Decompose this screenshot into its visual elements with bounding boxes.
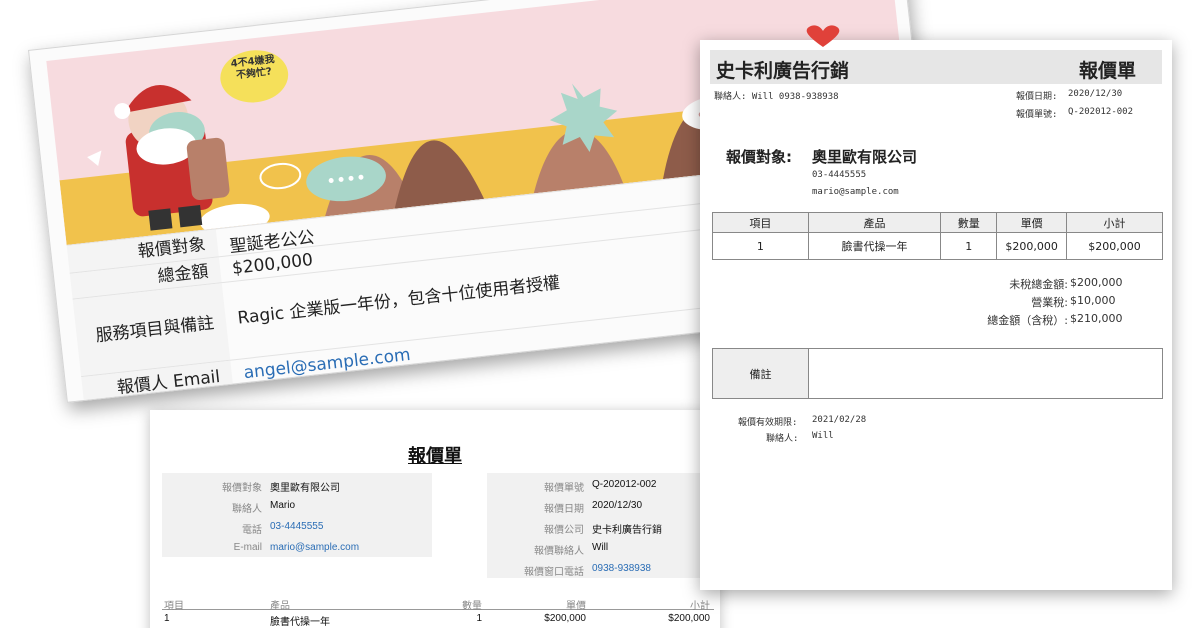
header-product: 產品 <box>270 601 290 612</box>
number-label: 報價單號: <box>1016 110 1058 120</box>
date-value: 2020/12/30 <box>1068 89 1123 99</box>
footer-contact-label: 聯絡人: <box>766 434 799 444</box>
target-label: 報價對象: <box>726 148 792 166</box>
info-value: 史卡利廣告行銷 <box>592 525 662 536</box>
summary-total: 總金額（含稅）: $210,000 <box>700 312 1172 328</box>
info-label: 聯絡人 <box>232 504 262 515</box>
items-table-header: 項目 產品 數量 單價 小計 <box>162 597 714 612</box>
validity-label: 報價有效期限: <box>738 418 798 428</box>
email-link[interactable]: mario@sample.com <box>270 542 359 553</box>
header-product: 產品 <box>807 212 942 233</box>
summary-tax: 營業稅: $10,000 <box>700 294 1172 310</box>
number-value: Q-202012-002 <box>1068 107 1134 117</box>
cell-unit-price: $200,000 <box>996 232 1068 260</box>
heart-icon <box>806 25 840 47</box>
header-item: 項目 <box>712 212 809 233</box>
phone-link[interactable]: 03-4445555 <box>270 521 323 532</box>
table-header-row: 項目 產品 數量 單價 小計 <box>712 212 1163 233</box>
summary-label: 未稅總金額: <box>1009 278 1068 291</box>
footer-contact-value: Will <box>812 431 834 441</box>
validity-value: 2021/02/28 <box>812 415 867 425</box>
header-qty: 數量 <box>940 212 998 233</box>
cell-item: 1 <box>164 613 170 624</box>
quote-title: 報價單 <box>408 446 462 466</box>
header-subtotal: 小計 <box>1066 212 1163 233</box>
target-value: 奧里歐有限公司 <box>812 148 918 166</box>
cell-product: 臉書代操一年 <box>270 617 330 628</box>
info-label: E-mail <box>233 542 262 553</box>
summary-value: $200,000 <box>1070 276 1123 289</box>
info-label: 電話 <box>242 525 262 536</box>
cell-qty: 1 <box>940 232 998 260</box>
notes-box: 備註 <box>712 348 1163 399</box>
summary-value: $210,000 <box>1070 312 1123 325</box>
ragic-quote-card: 報價單 報價對象 奧里歐有限公司 報價單號 Q-202012-002 聯絡人 M… <box>150 410 720 628</box>
phone-link[interactable]: 0938-938938 <box>592 563 651 574</box>
summary-pretax: 未稅總金額: $200,000 <box>700 276 1172 292</box>
cell-product: 臉書代操一年 <box>807 232 942 260</box>
contact-line: 聯絡人: Will 0938-938938 <box>714 92 839 102</box>
company-name: 史卡利廣告行銷 <box>716 60 850 82</box>
header-unit-price: 單價 <box>996 212 1068 233</box>
info-label: 報價單號 <box>544 483 584 494</box>
header-subtotal: 小計 <box>690 601 710 612</box>
info-label: 報價窗口電話 <box>524 567 584 578</box>
target-phone: 03-4445555 <box>812 170 867 180</box>
formal-quote-card: 史卡利廣告行銷 報價單 聯絡人: Will 0938-938938 報價日期: … <box>700 40 1172 590</box>
header-qty: 數量 <box>462 601 482 612</box>
table-row: 1 臉書代操一年 1 $200,000 $200,000 <box>712 232 1163 260</box>
cell-unit-price: $200,000 <box>544 613 586 624</box>
header-unit-price: 單價 <box>566 601 586 612</box>
info-value: 2020/12/30 <box>592 500 643 511</box>
summary-label: 總金額（含稅）: <box>987 314 1068 327</box>
date-label: 報價日期: <box>1016 92 1058 102</box>
quote-header-bar: 史卡利廣告行銷 報價單 <box>710 50 1162 84</box>
table-row: 1 臉書代操一年 1 $200,000 $200,000 <box>162 613 714 628</box>
info-label: 報價聯絡人 <box>534 546 584 557</box>
cell-qty: 1 <box>476 613 482 624</box>
items-table: 項目 產品 數量 單價 小計 1 臉書代操一年 1 $200,000 $200,… <box>712 212 1163 260</box>
info-label: 報價日期 <box>544 504 584 515</box>
summary-value: $10,000 <box>1070 294 1116 307</box>
cell-subtotal: $200,000 <box>668 613 710 624</box>
info-value: Mario <box>270 500 296 511</box>
header-item: 項目 <box>164 601 184 612</box>
info-label: 報價公司 <box>544 525 584 536</box>
cell-item: 1 <box>712 232 809 260</box>
info-row: 聯絡人 Mario 報價日期 2020/12/30 <box>150 500 720 515</box>
summary-label: 營業稅: <box>1031 296 1068 309</box>
target-email: mario@sample.com <box>812 187 899 197</box>
info-row: E-mail mario@sample.com 報價聯絡人 Will <box>150 542 720 557</box>
info-label: 報價對象 <box>222 483 262 494</box>
quote-title: 報價單 <box>1078 60 1136 82</box>
cell-subtotal: $200,000 <box>1066 232 1163 260</box>
info-value: 奧里歐有限公司 <box>270 483 340 494</box>
field-value: Ragic 企業版一年份，包含十位使用者授權 <box>236 273 562 329</box>
info-value: Will <box>592 542 609 553</box>
info-row: 報價對象 奧里歐有限公司 報價單號 Q-202012-002 <box>150 479 720 494</box>
notes-label: 備註 <box>713 349 809 398</box>
info-row: 電話 03-4445555 報價公司 史卡利廣告行銷 <box>150 521 720 536</box>
info-row: 報價窗口電話 0938-938938 <box>150 563 720 578</box>
info-value: Q-202012-002 <box>592 479 657 490</box>
